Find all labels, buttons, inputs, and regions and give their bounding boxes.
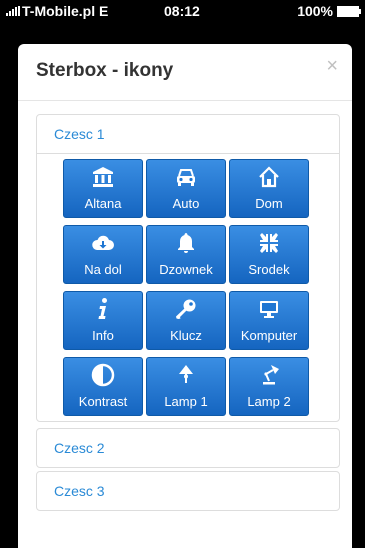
battery-percent: 100% xyxy=(297,3,333,19)
tile-na-dol[interactable]: Na dol xyxy=(63,225,143,284)
home-icon xyxy=(230,165,308,189)
tile-label: Dzownek xyxy=(159,262,213,277)
cloud-download-icon xyxy=(64,231,142,255)
tile-altana[interactable]: Altana xyxy=(63,159,143,218)
tile-label: Na dol xyxy=(84,262,122,277)
bell-icon xyxy=(147,231,225,255)
desk-lamp-icon xyxy=(230,363,308,387)
tile-label: Dom xyxy=(255,196,283,211)
key-icon xyxy=(147,297,225,321)
tile-label: Klucz xyxy=(170,328,202,343)
phone-screen: T-Mobile.pl E 08:12 100% Sterbox - ikony… xyxy=(0,0,365,548)
info-icon xyxy=(64,297,142,321)
tile-label: Lamp 1 xyxy=(164,394,208,409)
desktop-icon xyxy=(230,297,308,321)
modal-header: Sterbox - ikony × xyxy=(18,44,352,101)
tile-label: Info xyxy=(92,328,114,343)
battery-icon xyxy=(337,6,361,17)
tile-klucz[interactable]: Klucz xyxy=(146,291,226,350)
panel-heading-czesc-2[interactable]: Czesc 2 xyxy=(37,429,339,467)
panel-czesc-3: Czesc 3 xyxy=(36,471,340,511)
panel-czesc-1: Czesc 1 Altana Auto Dom Na dol Dzownek S… xyxy=(36,114,340,422)
modal-title: Sterbox - ikony xyxy=(36,60,174,81)
tile-label: Komputer xyxy=(240,328,298,343)
tile-komputer[interactable]: Komputer xyxy=(229,291,309,350)
tile-lamp-1[interactable]: Lamp 1 xyxy=(146,357,226,416)
panel-czesc-2: Czesc 2 xyxy=(36,428,340,468)
panel-heading-czesc-1[interactable]: Czesc 1 xyxy=(37,115,339,154)
status-bar: T-Mobile.pl E 08:12 100% xyxy=(0,0,365,22)
car-icon xyxy=(147,165,225,189)
signal-icon xyxy=(6,6,22,16)
tile-dzownek[interactable]: Dzownek xyxy=(146,225,226,284)
lamp-icon xyxy=(147,363,225,387)
tile-srodek[interactable]: Srodek xyxy=(229,225,309,284)
close-button[interactable]: × xyxy=(326,56,338,76)
clock: 08:12 xyxy=(164,3,200,19)
adjust-icon xyxy=(64,363,142,387)
panel-heading-czesc-3[interactable]: Czesc 3 xyxy=(37,472,339,510)
compress-icon xyxy=(230,231,308,255)
tile-label: Lamp 2 xyxy=(247,394,291,409)
carrier-label: T-Mobile.pl E xyxy=(22,3,109,19)
tile-label: Auto xyxy=(172,196,200,211)
icons-modal: Sterbox - ikony × Czesc 1 Altana Auto Do… xyxy=(18,44,352,548)
tile-dom[interactable]: Dom xyxy=(229,159,309,218)
tile-info[interactable]: Info xyxy=(63,291,143,350)
bank-icon xyxy=(64,165,142,189)
tile-label: Srodek xyxy=(248,262,290,277)
tile-lamp-2[interactable]: Lamp 2 xyxy=(229,357,309,416)
tile-kontrast[interactable]: Kontrast xyxy=(63,357,143,416)
tile-label: Kontrast xyxy=(78,394,128,409)
tile-auto[interactable]: Auto xyxy=(146,159,226,218)
tile-label: Altana xyxy=(84,196,122,211)
